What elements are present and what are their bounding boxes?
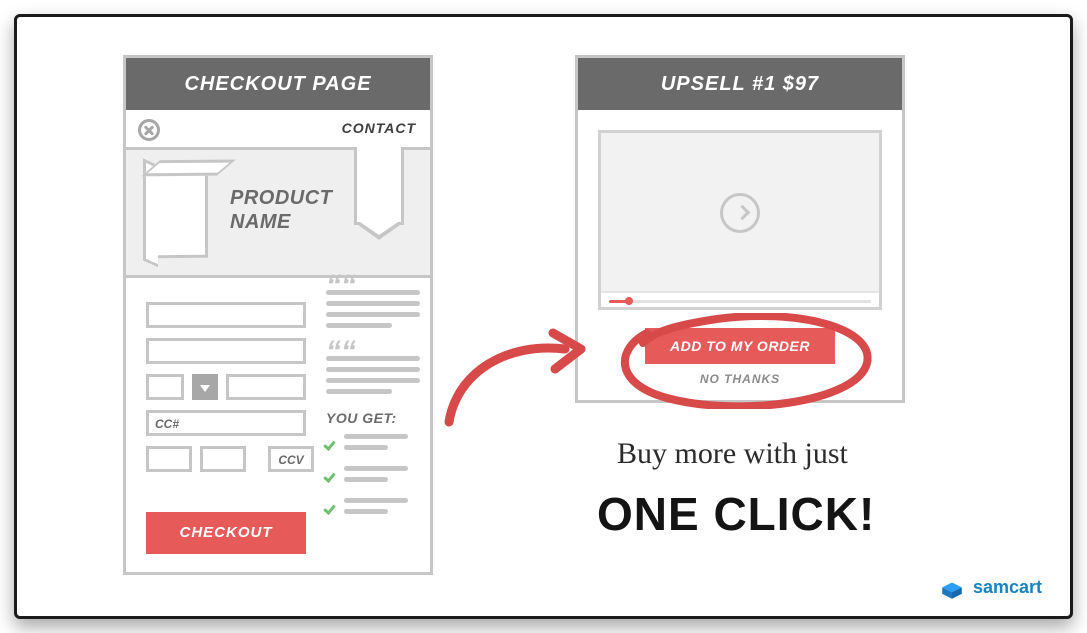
diagram-frame: CHECKOUT PAGE CONTACT PRODUCT NAME CC#	[14, 14, 1073, 619]
cc-number-field[interactable]: CC#	[146, 410, 306, 436]
text-line	[344, 509, 388, 514]
add-to-order-button[interactable]: ADD TO MY ORDER	[645, 328, 835, 364]
text-line	[344, 445, 388, 450]
benefit-row	[326, 466, 420, 488]
close-icon[interactable]	[138, 119, 160, 141]
check-icon	[326, 435, 338, 447]
select-field[interactable]	[146, 374, 184, 400]
check-icon	[326, 467, 338, 479]
ccv-field[interactable]: CCV	[268, 446, 314, 472]
tagline-line1: Buy more with just	[617, 437, 848, 471]
quote-icon: ““	[326, 278, 420, 290]
cart-box-icon	[939, 576, 965, 598]
product-name-line2: NAME	[230, 211, 291, 233]
form-area: CC# CCV CHECKOUT ““ ““	[126, 278, 430, 572]
dropdown-toggle-icon[interactable]	[192, 374, 218, 400]
text-line	[344, 498, 408, 503]
exp-year-field[interactable]	[200, 446, 246, 472]
flow-arrow-icon	[437, 327, 597, 437]
text-field[interactable]	[146, 302, 306, 328]
checkout-header: CHECKOUT PAGE	[126, 58, 430, 110]
text-line	[326, 312, 420, 317]
product-name: PRODUCT NAME	[230, 186, 332, 234]
product-box-icon	[152, 168, 208, 258]
text-line	[344, 434, 408, 439]
text-field[interactable]	[226, 374, 306, 400]
progress-handle-icon[interactable]	[625, 297, 633, 305]
text-line	[344, 477, 388, 482]
play-icon[interactable]	[720, 193, 760, 233]
benefit-row	[326, 434, 420, 456]
upsell-page-card: UPSELL #1 $97 ADD TO MY ORDER NO THANKS	[575, 55, 905, 403]
text-field[interactable]	[146, 338, 306, 364]
exp-month-field[interactable]	[146, 446, 192, 472]
video-progress-bar[interactable]	[601, 291, 879, 307]
checkout-page-card: CHECKOUT PAGE CONTACT PRODUCT NAME CC#	[123, 55, 433, 575]
text-line	[344, 466, 408, 471]
product-name-line1: PRODUCT	[230, 187, 332, 209]
you-get-label: YOU GET:	[326, 410, 420, 426]
text-line	[326, 378, 420, 383]
tagline-line2: ONE CLICK!	[597, 487, 875, 541]
product-area: PRODUCT NAME	[126, 150, 430, 278]
text-line	[326, 323, 392, 328]
contact-link[interactable]: CONTACT	[342, 120, 416, 136]
brand-name: samcart	[973, 577, 1042, 598]
ribbon-icon	[354, 147, 404, 225]
checkout-button[interactable]: CHECKOUT	[146, 512, 306, 554]
checkout-topbar: CONTACT	[126, 110, 430, 150]
video-player[interactable]	[598, 130, 882, 310]
benefit-row	[326, 498, 420, 520]
brand-logo: samcart	[939, 576, 1042, 598]
check-icon	[326, 499, 338, 511]
no-thanks-link[interactable]: NO THANKS	[578, 372, 902, 386]
quote-icon: ““	[326, 344, 420, 356]
text-line	[326, 389, 392, 394]
upsell-header: UPSELL #1 $97	[578, 58, 902, 110]
sidebar-column: ““ ““ YOU GET:	[326, 278, 420, 530]
